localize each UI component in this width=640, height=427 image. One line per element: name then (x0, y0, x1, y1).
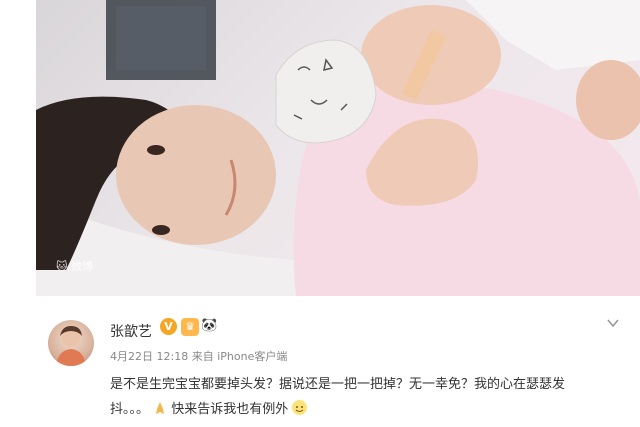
post-content: 是不是生完宝宝都要掉头发？据说还是一把一把掉？无一幸免？我的心在瑟瑟发 抖。。。… (110, 372, 622, 422)
post-photo[interactable]: 🐱 微博 (36, 0, 640, 296)
verified-badge[interactable]: V (160, 318, 177, 335)
photo-illustration (36, 0, 640, 296)
username[interactable]: 张歆艺 (110, 321, 152, 341)
post-meta: 4月22日 12:18 来自 iPhone客户端 (110, 348, 287, 364)
content-line-2: 抖。。。 快来告诉我也有例外 (110, 397, 622, 422)
source-prefix: 来自 (191, 350, 214, 363)
content-text-b: 快来告诉我也有例外 (171, 402, 289, 417)
chevron-down-icon[interactable] (606, 316, 620, 330)
smile-icon (292, 400, 308, 415)
content-text-a: 抖。。。 (110, 402, 150, 417)
photo-watermark: 🐱 微博 (56, 260, 93, 273)
crown-badge-icon[interactable]: ♛ (181, 318, 199, 336)
avatar-image (56, 326, 86, 366)
cat-face-icon: 🐱 (56, 260, 68, 273)
content-line-1: 是不是生完宝宝都要掉头发？据说还是一把一把掉？无一幸免？我的心在瑟瑟发 (110, 377, 566, 392)
panda-icon[interactable]: 🐼 (201, 317, 219, 335)
post-date: 4月22日 12:18 (110, 350, 189, 363)
post-source[interactable]: iPhone客户端 (217, 350, 287, 363)
avatar[interactable] (48, 320, 94, 366)
pray-icon (156, 402, 165, 414)
